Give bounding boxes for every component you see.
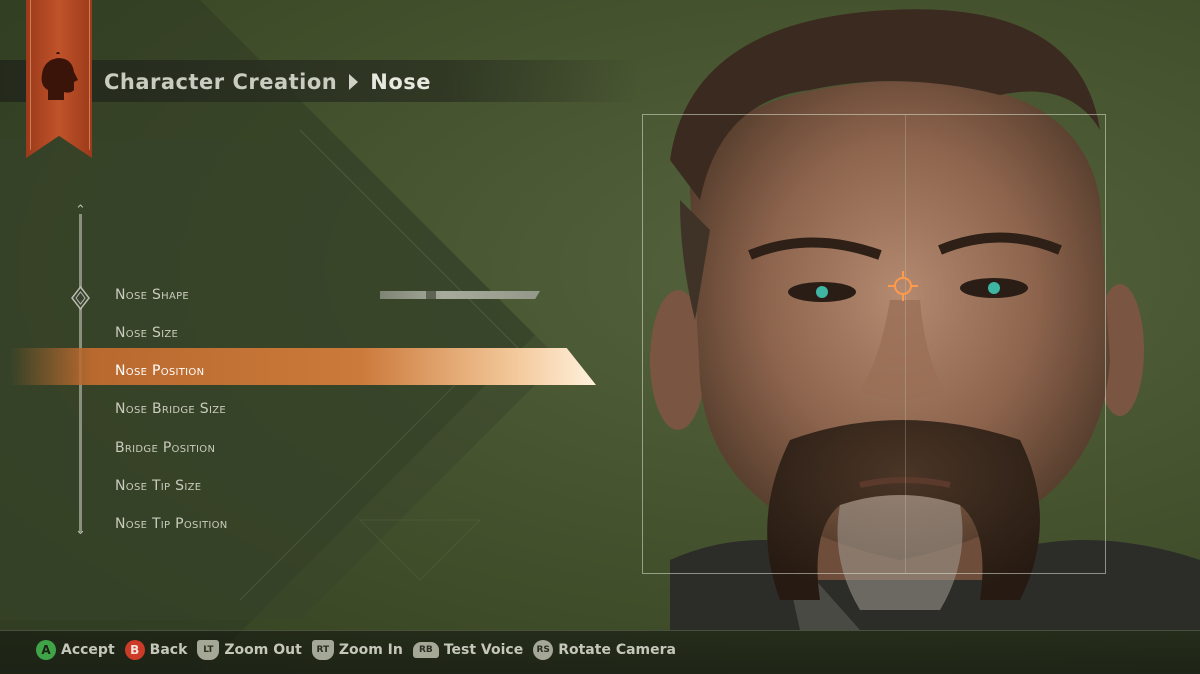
back-prompt[interactable]: B Back: [124, 640, 188, 660]
button-prompts: A Accept B Back LT Zoom Out RT Zoom In R…: [36, 639, 676, 661]
selected-row-highlight: [10, 348, 596, 385]
b-button-icon: B: [124, 640, 145, 660]
scrollbar-thumb[interactable]: [71, 286, 90, 310]
accept-prompt[interactable]: A Accept: [36, 640, 115, 660]
a-button-icon: A: [36, 640, 56, 660]
rotate-camera-label: Rotate Camera: [558, 642, 676, 658]
head-silhouette-icon: ✦: [41, 52, 78, 100]
menu-item-nose-bridge-size[interactable]: Nose Bridge Size: [115, 392, 226, 426]
menu-item-nose-tip-position[interactable]: Nose Tip Position: [115, 507, 228, 541]
menu-item-nose-size[interactable]: Nose Size: [115, 316, 178, 350]
rs-stick-icon: RS: [533, 640, 554, 660]
crosshair-icon: [888, 271, 918, 301]
rotate-camera-prompt[interactable]: RS Rotate Camera: [533, 640, 676, 660]
scroll-up-arrow-icon[interactable]: ⌃: [72, 204, 89, 218]
menu-item-nose-position[interactable]: Nose Position: [115, 354, 204, 388]
lt-trigger-icon: LT: [197, 640, 220, 660]
breadcrumb-parent: Character Creation: [104, 70, 338, 94]
menu-item-nose-tip-size[interactable]: Nose Tip Size: [115, 469, 201, 503]
zoom-out-label: Zoom Out: [224, 642, 302, 658]
breadcrumb-arrow-icon: [349, 74, 359, 90]
zoom-out-prompt[interactable]: LT Zoom Out: [197, 640, 302, 660]
menu-item-bridge-position[interactable]: Bridge Position: [115, 431, 215, 465]
back-label: Back: [149, 642, 188, 658]
accept-label: Accept: [61, 642, 115, 658]
test-voice-label: Test Voice: [443, 642, 524, 658]
breadcrumb: Character Creation Nose: [104, 68, 431, 96]
nose-shape-slider[interactable]: [380, 291, 540, 299]
scroll-down-arrow-icon[interactable]: ⌄: [72, 524, 89, 538]
face-frame-guide: [642, 114, 1106, 574]
rt-trigger-icon: RT: [311, 640, 334, 660]
breadcrumb-current: Nose: [370, 70, 432, 94]
test-voice-prompt[interactable]: RB Test Voice: [412, 642, 524, 658]
rb-bumper-icon: RB: [412, 642, 439, 658]
face-centerline: [905, 115, 906, 573]
zoom-in-prompt[interactable]: RT Zoom In: [311, 640, 403, 660]
slider-marker[interactable]: [426, 291, 436, 299]
zoom-in-label: Zoom In: [338, 642, 403, 658]
menu-item-nose-shape[interactable]: Nose Shape: [115, 278, 189, 312]
